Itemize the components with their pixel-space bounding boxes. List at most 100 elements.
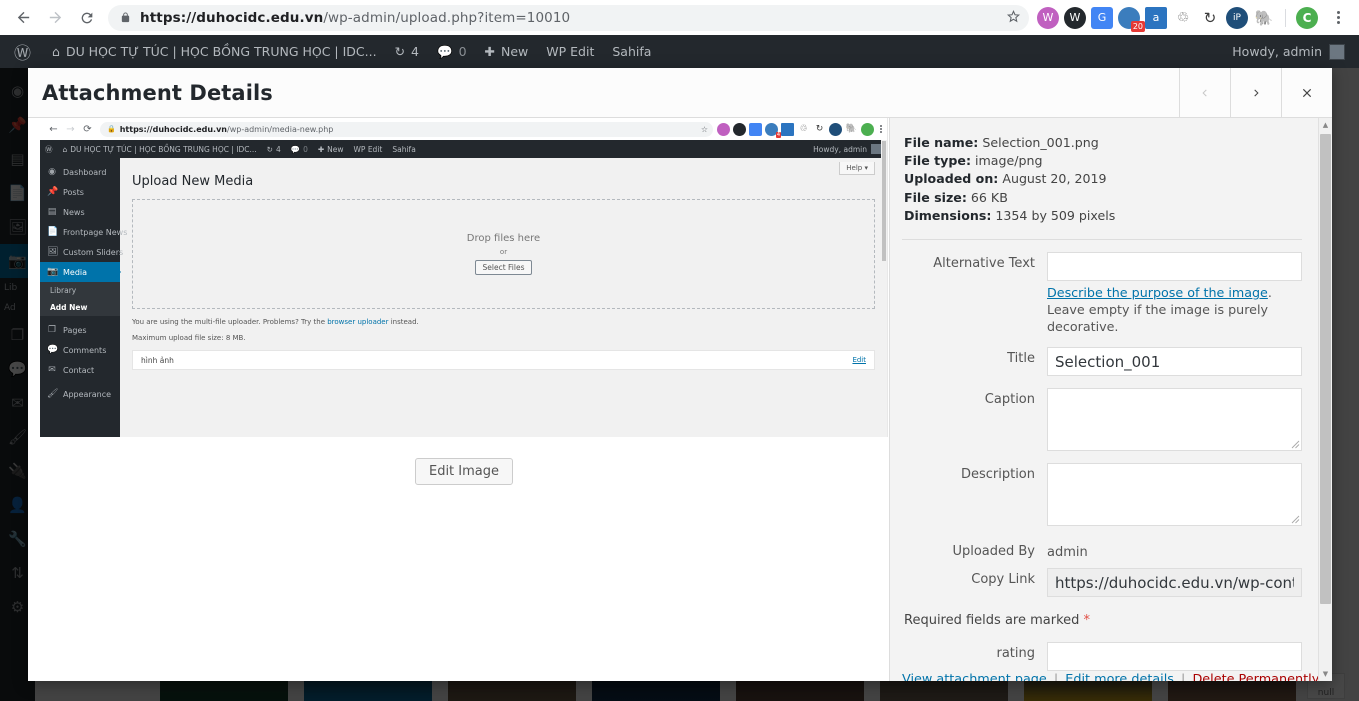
preview-upload-row: hình ảnh Edit xyxy=(132,350,875,370)
preview-max-size-note: Maximum upload file size: 8 MB. xyxy=(132,334,246,342)
bookmark-star-icon[interactable] xyxy=(1006,8,1021,27)
profile-avatar[interactable]: C xyxy=(1296,6,1318,29)
details-scrollbar[interactable]: ▲ ▼ xyxy=(1318,118,1332,681)
ip-extension-icon[interactable]: iP xyxy=(1226,6,1248,29)
description-textarea[interactable] xyxy=(1047,463,1302,527)
comments-icon: 💬 xyxy=(47,345,59,355)
reload-icon xyxy=(81,12,93,23)
view-attachment-page-link[interactable]: View attachment page xyxy=(902,672,1047,681)
preview-sidebar-item-frontpage-news: 📄 Frontpage News xyxy=(47,227,128,237)
preview-wordpress-extension-icon xyxy=(733,122,746,136)
alt-text-input[interactable] xyxy=(1047,252,1302,282)
preview-comments: 💬 0 xyxy=(290,144,308,154)
attachment-action-links: View attachment page | Edit more details… xyxy=(902,672,1319,681)
attachment-preview-image[interactable]: ← → ⟳ 🔒 https://duhocidc.edu.vn/wp-admin… xyxy=(40,118,888,437)
google-translate-extension-icon[interactable]: G xyxy=(1091,6,1113,29)
preview-ip-extension-icon xyxy=(829,122,842,136)
preview-scrollbar xyxy=(881,140,887,437)
wordpress-logo-icon[interactable]: Ⓦ xyxy=(0,39,43,64)
adminbar-site-name[interactable]: ⌂ DU HỌC TỰ TÚC | HỌC BỒNG TRUNG HỌC | I… xyxy=(43,35,386,68)
preview-dropzone-title: Drop files here xyxy=(466,233,541,244)
preview-sidebar-item-contact: ✉ Contact xyxy=(48,365,95,375)
title-input[interactable] xyxy=(1047,347,1302,377)
browser-nav-buttons xyxy=(8,3,102,33)
modal-header: Attachment Details xyxy=(28,68,1332,118)
globe-extension-icon[interactable]: 20 xyxy=(1118,6,1145,32)
preview-wp-edit: WP Edit xyxy=(353,144,383,154)
scroll-up-arrow-icon[interactable]: ▲ xyxy=(1318,118,1332,132)
preview-upload-row-label: hình ảnh xyxy=(141,355,174,365)
attachment-preview-pane: ← → ⟳ 🔒 https://duhocidc.edu.vn/wp-admin… xyxy=(28,118,889,681)
modal-body: ← → ⟳ 🔒 https://duhocidc.edu.vn/wp-admin… xyxy=(28,118,1332,681)
adminbar-wp-edit[interactable]: WP Edit xyxy=(537,35,603,68)
chrome-menu-icon[interactable] xyxy=(1327,11,1349,24)
media-icon: 📷 xyxy=(47,267,59,277)
preview-sidebar-item-comments: 💬 Comments xyxy=(47,345,107,355)
scrollbar-thumb[interactable] xyxy=(1319,134,1331,604)
preview-refresh-extension-icon: ↻ xyxy=(815,124,824,134)
preview-back-icon: ← xyxy=(49,123,58,135)
scroll-down-arrow-icon[interactable]: ▼ xyxy=(1318,667,1332,681)
preview-site-name: ⌂ DU HỌC TỰ TÚC | HỌC BỒNG TRUNG HỌC | I… xyxy=(62,144,257,154)
wordpress-pink-extension-icon[interactable]: W xyxy=(1037,6,1059,29)
preview-evernote-extension-icon: 🐘 xyxy=(845,124,858,134)
required-fields-note: Required fields are marked * xyxy=(904,613,1091,629)
address-bar-url: https://duhocidc.edu.vn/wp-admin/upload.… xyxy=(140,9,571,26)
avatar xyxy=(1329,43,1345,60)
extension-badge-count: 20 xyxy=(1130,20,1145,32)
previous-attachment-button[interactable] xyxy=(1179,68,1230,117)
preview-address-bar: 🔒 https://duhocidc.edu.vn/wp-admin/media… xyxy=(100,121,713,137)
adminbar-account[interactable]: Howdy, admin xyxy=(1232,43,1359,60)
preview-sidebar-item-news: ▤ News xyxy=(47,207,85,217)
reload-button[interactable] xyxy=(72,3,102,33)
preview-browser-uploader-link: browser uploader xyxy=(327,318,389,326)
caption-label: Caption xyxy=(984,392,1035,408)
recycle-extension-icon[interactable]: ♲ xyxy=(1172,7,1194,29)
caption-textarea[interactable] xyxy=(1047,388,1302,452)
edit-image-button[interactable]: Edit Image xyxy=(414,458,514,485)
appearance-icon: 🖌 xyxy=(47,389,59,399)
lock-icon xyxy=(120,11,131,24)
preview-amazon-extension-icon xyxy=(781,122,794,136)
preview-select-files-button: Select Files xyxy=(474,260,533,275)
adminbar-new[interactable]: ✚ New xyxy=(476,35,538,68)
scrollbar-track[interactable] xyxy=(1319,132,1333,667)
adminbar-updates[interactable]: ↻ 4 xyxy=(386,35,428,68)
uploaded-by-value: admin xyxy=(1047,545,1088,561)
describe-purpose-link[interactable]: Describe the purpose of the image xyxy=(1047,285,1268,300)
contact-mail-icon: ✉ xyxy=(48,365,56,375)
browser-toolbar: https://duhocidc.edu.vn/wp-admin/upload.… xyxy=(0,0,1359,35)
adminbar-comments[interactable]: 💬 0 xyxy=(428,35,476,68)
delete-permanently-link[interactable]: Delete Permanently xyxy=(1192,672,1319,681)
preview-home-icon: ⌂ xyxy=(62,144,68,154)
file-size-row: File size: 66 KB xyxy=(904,189,1008,205)
amazon-assistant-extension-icon[interactable]: a xyxy=(1145,6,1167,29)
back-button[interactable] xyxy=(8,3,38,33)
evernote-extension-icon[interactable]: 🐘 xyxy=(1253,7,1275,29)
uploaded-by-setting: Uploaded By admin xyxy=(902,540,1302,560)
preview-sidebar-item-dashboard: ◉ Dashboard xyxy=(48,167,107,177)
preview-updates: ↻ 4 xyxy=(266,144,281,154)
copy-link-input[interactable] xyxy=(1047,568,1302,598)
preview-submenu-add-new: Add New xyxy=(40,299,120,316)
preview-howdy-label: Howdy, admin xyxy=(813,144,867,154)
rating-input[interactable] xyxy=(1047,642,1302,672)
refresh-extension-icon[interactable]: ↻ xyxy=(1199,7,1221,29)
comment-bubble-icon: 💬 xyxy=(437,43,453,59)
preview-upload-page: Help ▾ Upload New Media Drop files here … xyxy=(120,158,887,437)
close-modal-button[interactable] xyxy=(1281,68,1332,117)
edit-image-toolbar: Edit Image xyxy=(40,458,888,485)
adminbar-sahifa[interactable]: Sahifa xyxy=(603,35,660,68)
title-label: Title xyxy=(1007,351,1035,367)
forward-button[interactable] xyxy=(40,3,70,33)
preview-dropzone-or: or xyxy=(499,248,508,256)
preview-comment-bubble-icon: 💬 xyxy=(290,144,301,154)
preview-updates-icon: ↻ xyxy=(266,144,273,154)
next-attachment-button[interactable] xyxy=(1230,68,1281,117)
edit-more-details-link[interactable]: Edit more details xyxy=(1065,672,1174,681)
preview-profile-avatar xyxy=(861,122,874,136)
uploaded-on-row: Uploaded on: August 20, 2019 xyxy=(904,171,1107,187)
preview-page-title: Upload New Media xyxy=(132,174,254,189)
address-bar[interactable]: https://duhocidc.edu.vn/wp-admin/upload.… xyxy=(108,4,1029,31)
wordpress-extension-icon[interactable]: W xyxy=(1064,6,1086,29)
